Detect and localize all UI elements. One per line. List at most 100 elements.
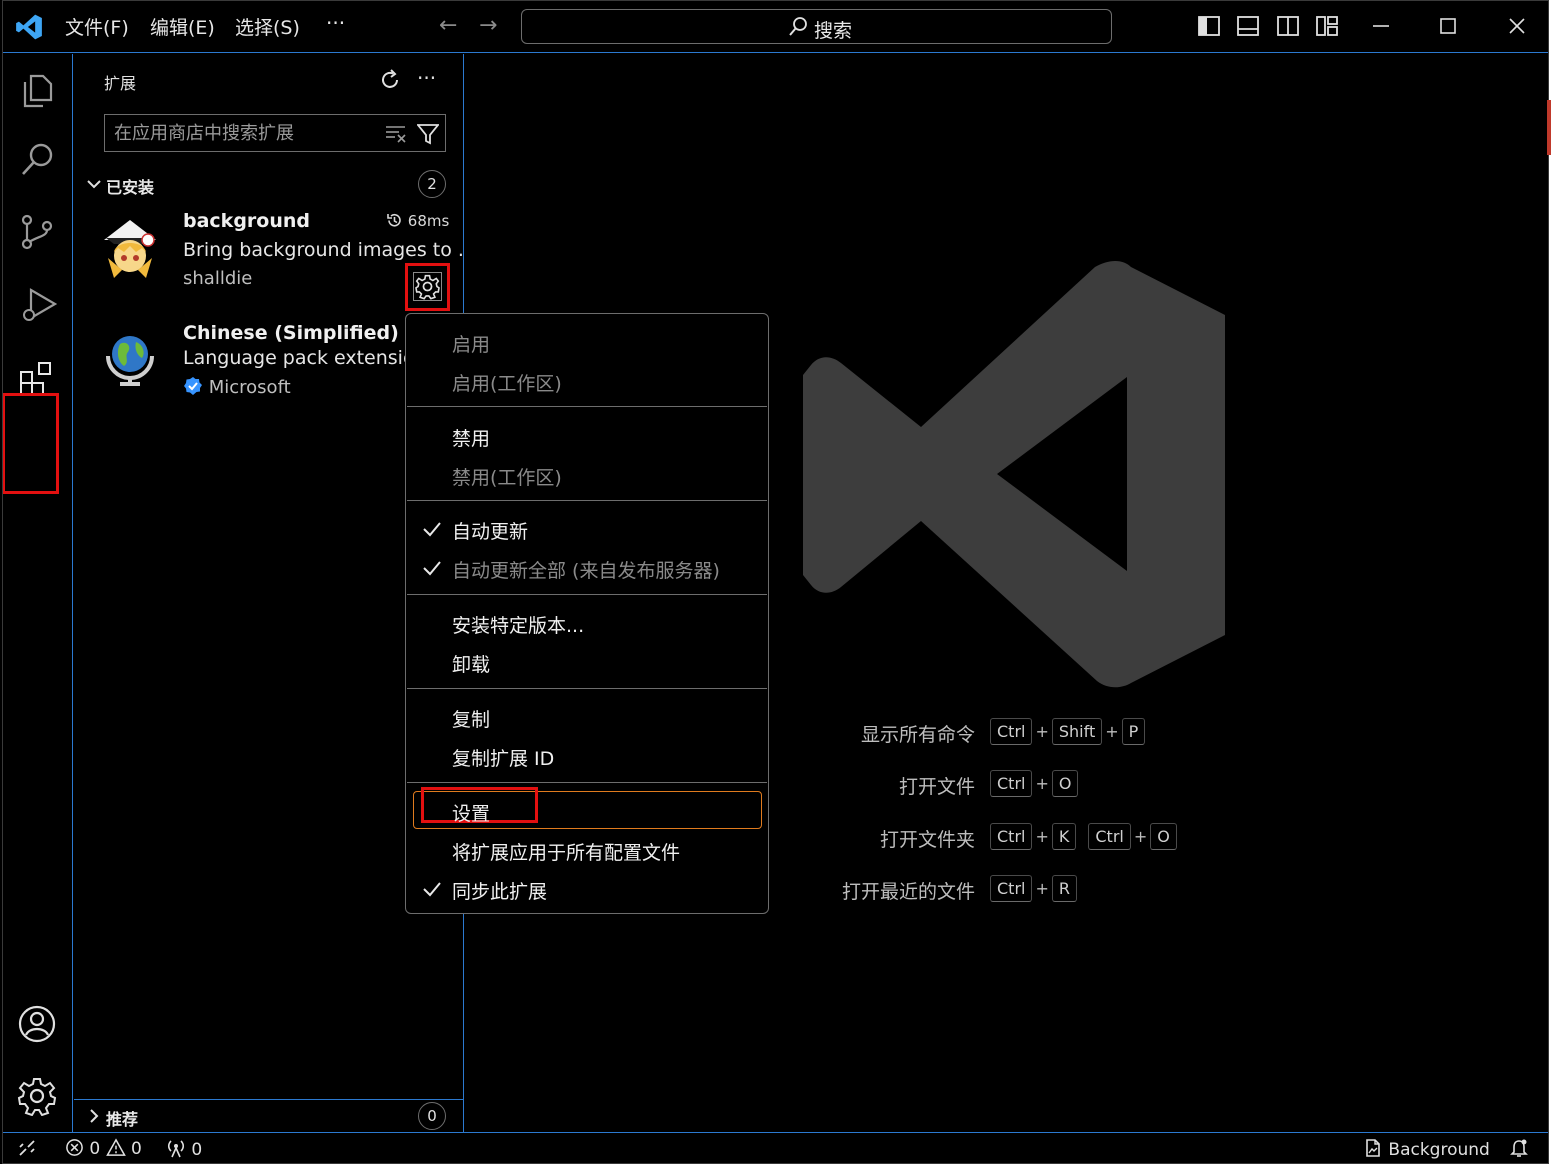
- publisher-name: Microsoft: [208, 377, 291, 398]
- plus-sign: +: [1035, 879, 1049, 898]
- background-status-item[interactable]: Background: [1363, 1138, 1490, 1160]
- menu-item-enable[interactable]: 启用: [452, 330, 490, 357]
- gear-icon: [415, 274, 440, 300]
- activity-bar: [3, 54, 73, 1132]
- activation-time: 68ms: [386, 212, 449, 230]
- search-label: 搜索: [814, 20, 853, 42]
- keycap: Shift: [1051, 718, 1103, 745]
- menu-item-disable[interactable]: 禁用: [452, 424, 490, 451]
- chevron-down-icon: [87, 180, 101, 189]
- shortcut-keys: Ctrl + R: [990, 875, 1077, 902]
- run-and-debug-icon[interactable]: [17, 284, 57, 324]
- warning-count: 0: [131, 1139, 142, 1159]
- extension-description: Language pack extension: [183, 347, 427, 369]
- accounts-icon[interactable]: [17, 1004, 57, 1044]
- menu-separator: [407, 594, 767, 595]
- extension-manage-gear-highlight: [405, 263, 450, 311]
- keycap: Ctrl: [990, 875, 1033, 902]
- toggle-primary-sidebar-icon[interactable]: [1198, 16, 1220, 36]
- menu-selection[interactable]: 选择(S): [235, 13, 300, 40]
- keycap: Ctrl: [1088, 823, 1131, 850]
- plus-sign: +: [1133, 827, 1148, 846]
- menu-item-copy[interactable]: 复制: [452, 705, 490, 732]
- clear-filter-icon[interactable]: [385, 123, 407, 143]
- installed-label: 已安装: [106, 178, 155, 197]
- explorer-icon[interactable]: [17, 70, 57, 110]
- command-center-search[interactable]: 搜索: [521, 9, 1112, 44]
- close-icon[interactable]: [1505, 11, 1529, 39]
- ports-count: 0: [191, 1140, 203, 1160]
- extension-name: background: [183, 210, 310, 232]
- menu-item-enable-workspace[interactable]: 启用(工作区): [452, 369, 562, 396]
- error-count: 0: [89, 1139, 101, 1159]
- extensions-icon[interactable]: [17, 358, 57, 398]
- installed-section-header[interactable]: 已安装 2: [80, 170, 460, 200]
- extension-description: Bring background images to ...: [183, 239, 477, 261]
- shortcut-row: 显示所有命令 Ctrl + Shift + P: [765, 718, 1465, 748]
- check-icon: [423, 882, 441, 897]
- installed-count-badge: 2: [418, 170, 446, 198]
- filter-icon[interactable]: [417, 123, 439, 145]
- menu-item-apply-to-all-profiles[interactable]: 将扩展应用于所有配置文件: [452, 838, 680, 865]
- menu-more[interactable]: ···: [326, 11, 345, 35]
- background-extension-avatar: [104, 220, 156, 278]
- toggle-panel-icon[interactable]: [1237, 16, 1259, 36]
- shortcut-keys: Ctrl + Shift + P: [990, 718, 1146, 745]
- extension-publisher-row: Microsoft: [183, 376, 291, 398]
- menu-item-settings[interactable]: 设置: [452, 799, 490, 826]
- title-bar: 文件(F) 编辑(E) 选择(S) ··· ← → 搜索: [3, 1, 1548, 53]
- extension-manage-button[interactable]: [413, 272, 442, 301]
- menu-item-sync-extension[interactable]: 同步此扩展: [452, 877, 547, 904]
- sidebar-more-button[interactable]: ···: [417, 66, 436, 90]
- vscode-logo-icon: [16, 14, 42, 40]
- warning-icon: [105, 1138, 126, 1156]
- refresh-icon[interactable]: [378, 68, 402, 92]
- minimize-icon[interactable]: [1369, 11, 1393, 39]
- remote-indicator[interactable]: [17, 1138, 37, 1160]
- plus-sign: +: [1035, 774, 1049, 793]
- menu-edit[interactable]: 编辑(E): [150, 13, 215, 40]
- plus-sign: +: [1105, 722, 1119, 741]
- customize-layout-icon[interactable]: [1316, 16, 1338, 36]
- back-arrow-icon[interactable]: ←: [439, 13, 457, 38]
- section-divider: [74, 1099, 463, 1100]
- menu-item-copy-extension-id[interactable]: 复制扩展 ID: [452, 744, 554, 771]
- forward-arrow-icon[interactable]: →: [479, 13, 497, 38]
- extension-search-input[interactable]: [105, 115, 375, 151]
- vscode-window: 文件(F) 编辑(E) 选择(S) ··· ← → 搜索 扩展 ··· 在应用商…: [2, 0, 1549, 1164]
- menu-file[interactable]: 文件(F): [65, 13, 129, 40]
- menu-separator: [407, 500, 767, 501]
- background-window-fragment: [1547, 100, 1551, 155]
- menu-separator: [407, 406, 767, 407]
- activation-time-value: 68ms: [407, 212, 450, 230]
- shortcut-label: 显示所有命令: [860, 724, 975, 746]
- menu-separator: [407, 782, 767, 783]
- problems-indicator[interactable]: 0 0: [65, 1138, 142, 1159]
- recommended-label: 推荐: [106, 1110, 139, 1129]
- plus-sign: +: [1035, 827, 1049, 846]
- ports-indicator[interactable]: 0: [166, 1138, 202, 1160]
- menu-item-uninstall[interactable]: 卸载: [452, 650, 490, 677]
- recommended-section-header[interactable]: 推荐 0: [80, 1102, 460, 1132]
- file-icon: [1366, 1139, 1380, 1157]
- shortcut-row: 打开最近的文件 Ctrl + R: [765, 875, 1465, 905]
- extension-publisher: shalldie: [183, 268, 253, 289]
- toggle-secondary-sidebar-icon[interactable]: [1277, 16, 1299, 36]
- bell-icon: [1510, 1139, 1528, 1157]
- menu-item-auto-update-all[interactable]: 自动更新全部 (来自发布服务器): [452, 556, 720, 583]
- search-icon[interactable]: [17, 140, 57, 180]
- sidebar-title: 扩展: [104, 74, 137, 93]
- menu-item-disable-workspace[interactable]: 禁用(工作区): [452, 463, 562, 490]
- maximize-icon[interactable]: [1436, 11, 1460, 39]
- extension-search-box: [104, 114, 446, 152]
- globe-extension-icon: [106, 336, 154, 386]
- shortcut-label: 打开最近的文件: [841, 881, 975, 903]
- manage-gear-icon[interactable]: [17, 1076, 57, 1116]
- notifications-bell[interactable]: [1509, 1138, 1529, 1160]
- menu-item-auto-update[interactable]: 自动更新: [452, 517, 528, 544]
- extensions-highlight-box: [3, 393, 59, 494]
- source-control-icon[interactable]: [17, 212, 57, 252]
- remote-icon: [19, 1140, 35, 1156]
- shortcut-label: 打开文件夹: [879, 829, 975, 851]
- menu-item-install-specific-version[interactable]: 安装特定版本...: [452, 611, 584, 638]
